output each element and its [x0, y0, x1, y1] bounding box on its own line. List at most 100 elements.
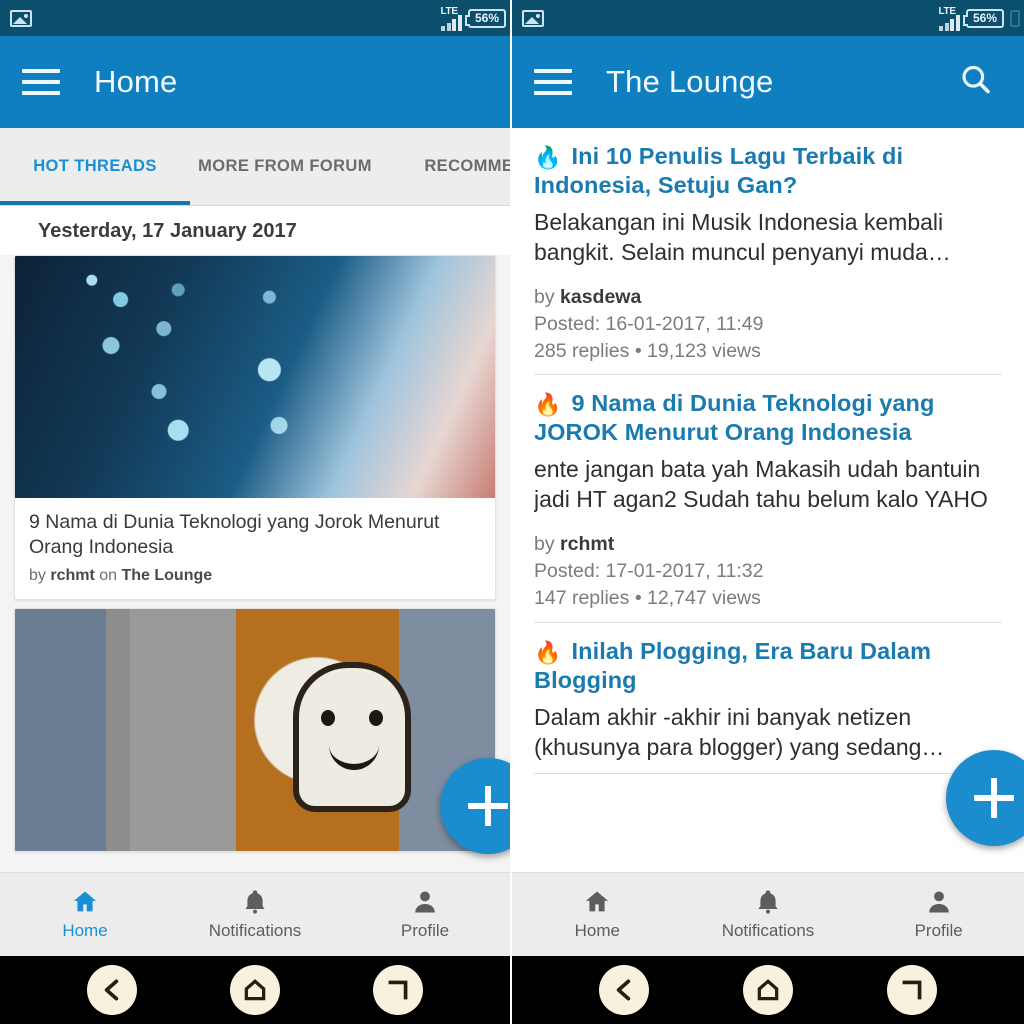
thread-author[interactable]: kasdewa — [560, 286, 641, 308]
meta-by: by — [29, 566, 51, 584]
search-icon[interactable] — [958, 62, 994, 103]
nav-label-home: Home — [574, 921, 621, 940]
person-icon — [415, 891, 435, 913]
nav-item-profile[interactable]: Profile — [853, 873, 1024, 956]
flame-icon: 🔥 — [534, 392, 562, 418]
nav-item-home[interactable]: Home — [512, 873, 683, 956]
nav-item-notifications[interactable]: Notifications — [683, 873, 854, 956]
back-arrow-icon[interactable] — [86, 965, 137, 1015]
home-feed[interactable]: Yesterday, 17 January 2017 9 Nama di Dun… — [0, 206, 510, 872]
network-indicator: LTE — [440, 5, 462, 31]
recents-icon[interactable] — [887, 965, 937, 1015]
thread-excerpt-line-1: Belakangan ini Musik Indonesia kembali — [534, 208, 944, 235]
tab-hot-threads[interactable]: HOT THREADS — [0, 128, 190, 205]
tab-bar: HOT THREADS MORE FROM FORUM RECOMMEN — [0, 128, 510, 206]
nav-label-profile: Profile — [914, 921, 963, 940]
back-arrow-icon[interactable] — [599, 965, 649, 1015]
status-bar-left: LTE 56% — [0, 0, 510, 36]
thread-info: by kasdewa Posted: 16-01-2017, 11:49 285… — [534, 284, 1002, 365]
page-title: Home — [94, 64, 178, 99]
network-label: LTE — [440, 6, 458, 17]
thread-list[interactable]: 🔥 Ini 10 Penulis Lagu Terbaik di Indonesi… — [512, 128, 1024, 872]
tab-recommended[interactable]: RECOMMEN — [380, 128, 510, 205]
app-bar-right: The Lounge — [512, 36, 1024, 128]
bell-icon — [758, 890, 778, 914]
signal-bars-icon — [441, 15, 462, 31]
thread-excerpt-line-1: Dalam akhir -akhir ini banyak netizen — [534, 703, 912, 730]
thread-title[interactable]: 9 Nama di Dunia Teknologi yang JOROK Men… — [534, 390, 934, 445]
status-bar-right: LTE 56% — [512, 0, 1024, 36]
thread-title-row[interactable]: 🔥 Ini 10 Penulis Lagu Terbaik di Indonesi… — [534, 142, 1002, 200]
nav-label-profile: Profile — [400, 921, 450, 940]
tab-active-indicator — [0, 201, 190, 205]
technology-network-image — [15, 256, 495, 498]
feed-card[interactable] — [14, 607, 496, 852]
nav-label-notifications: Notifications — [208, 921, 302, 940]
recents-icon[interactable] — [373, 965, 424, 1015]
tab-more-from-forum[interactable]: MORE FROM FORUM — [190, 128, 380, 205]
thread-item[interactable]: 🔥 Inilah Plogging, Era Baru Dalam Bloggin… — [534, 623, 1002, 774]
plus-icon — [468, 786, 508, 826]
thread-posted: Posted: 17-01-2017, 11:32 — [534, 560, 764, 583]
thread-excerpt-line-1: ente jangan bata yah Makasih udah bantui… — [534, 456, 981, 483]
hamburger-menu-icon[interactable] — [534, 69, 572, 95]
feed-card-body: 9 Nama di Dunia Teknologi yang Jorok Men… — [15, 498, 495, 599]
snapchat-ghost-photo — [15, 608, 495, 851]
android-system-bar-left — [0, 956, 510, 1024]
image-icon — [10, 9, 32, 27]
image-icon — [522, 9, 544, 27]
thread-excerpt-line-2: bangkit. Selain muncul penyanyi muda… — [534, 238, 951, 265]
by-label: by — [534, 533, 561, 556]
bottom-nav-right: Home Notifications Profile — [512, 872, 1024, 956]
home-pentagon-icon[interactable] — [229, 965, 280, 1015]
thread-excerpt-line-2: jadi HT agan2 Sudah tahu belum kalo YAHO — [534, 486, 988, 513]
bell-icon — [245, 890, 265, 914]
flame-icon: 🔥 — [534, 639, 562, 665]
thread-title[interactable]: Ini 10 Penulis Lagu Terbaik di Indonesia… — [534, 143, 903, 198]
thread-item[interactable]: 🔥 9 Nama di Dunia Teknologi yang JOROK Me… — [534, 375, 1002, 623]
thread-title-row[interactable]: 🔥 Inilah Plogging, Era Baru Dalam Bloggin… — [534, 637, 1002, 695]
bottom-nav-left: Home Notifications Profile — [0, 872, 510, 956]
nav-label-home: Home — [62, 921, 108, 940]
flame-icon: 🔥 — [534, 145, 562, 170]
by-label: by — [534, 285, 561, 308]
home-icon — [73, 891, 97, 912]
feed-card-meta: by rchmt on The Lounge — [29, 567, 481, 585]
app-bar-left: Home — [0, 36, 510, 128]
network-indicator: LTE — [938, 5, 960, 31]
feed-card[interactable]: 9 Nama di Dunia Teknologi yang Jorok Men… — [14, 255, 496, 600]
thread-author-row: by rchmt — [534, 531, 1002, 558]
image-icon-partial — [1010, 9, 1020, 27]
dual-phone-screenshot: LTE 56% Home HOT THREADS MORE FROM FORUM… — [0, 0, 1024, 1024]
thread-item[interactable]: 🔥 Ini 10 Penulis Lagu Terbaik di Indonesi… — [534, 128, 1002, 376]
thread-title-row[interactable]: 🔥 9 Nama di Dunia Teknologi yang JOROK Me… — [534, 389, 1002, 447]
status-bar-right-icons: LTE 56% — [938, 0, 1020, 36]
thread-title[interactable]: Inilah Plogging, Era Baru Dalam Blogging — [534, 638, 931, 693]
thread-author-row: by kasdewa — [534, 284, 1002, 311]
hamburger-menu-icon[interactable] — [22, 69, 60, 95]
status-bar-right-icons: LTE 56% — [440, 0, 506, 36]
thread-stats: 285 replies • 19,123 views — [534, 339, 761, 362]
ghost-icon — [293, 661, 412, 812]
thread-excerpt: ente jangan bata yah Makasih udah bantui… — [534, 455, 1002, 515]
thread-excerpt: Dalam akhir -akhir ini banyak netizen (k… — [534, 703, 1002, 763]
feed-card-title: 9 Nama di Dunia Teknologi yang Jorok Men… — [29, 511, 440, 559]
network-label: LTE — [938, 6, 956, 17]
nav-item-profile[interactable]: Profile — [340, 873, 510, 956]
plus-icon — [974, 778, 1014, 818]
thread-author[interactable]: rchmt — [560, 533, 614, 555]
meta-author[interactable]: rchmt — [50, 567, 94, 584]
home-pentagon-icon[interactable] — [743, 965, 793, 1015]
thread-excerpt-line-2: (khusunya para blogger) yang sedang… — [534, 733, 945, 760]
nav-item-notifications[interactable]: Notifications — [170, 873, 340, 956]
signal-bars-icon — [939, 15, 960, 31]
meta-forum[interactable]: The Lounge — [121, 567, 212, 584]
android-system-bar-right — [512, 956, 1024, 1024]
thread-excerpt: Belakangan ini Musik Indonesia kembali b… — [534, 208, 1002, 268]
person-icon — [928, 891, 949, 913]
thread-posted: Posted: 16-01-2017, 11:49 — [534, 312, 764, 335]
battery-indicator: 56% — [962, 8, 1004, 28]
left-phone-screen: LTE 56% Home HOT THREADS MORE FROM FORUM… — [0, 0, 512, 1024]
nav-item-home[interactable]: Home — [0, 873, 170, 956]
page-title: The Lounge — [606, 64, 774, 99]
